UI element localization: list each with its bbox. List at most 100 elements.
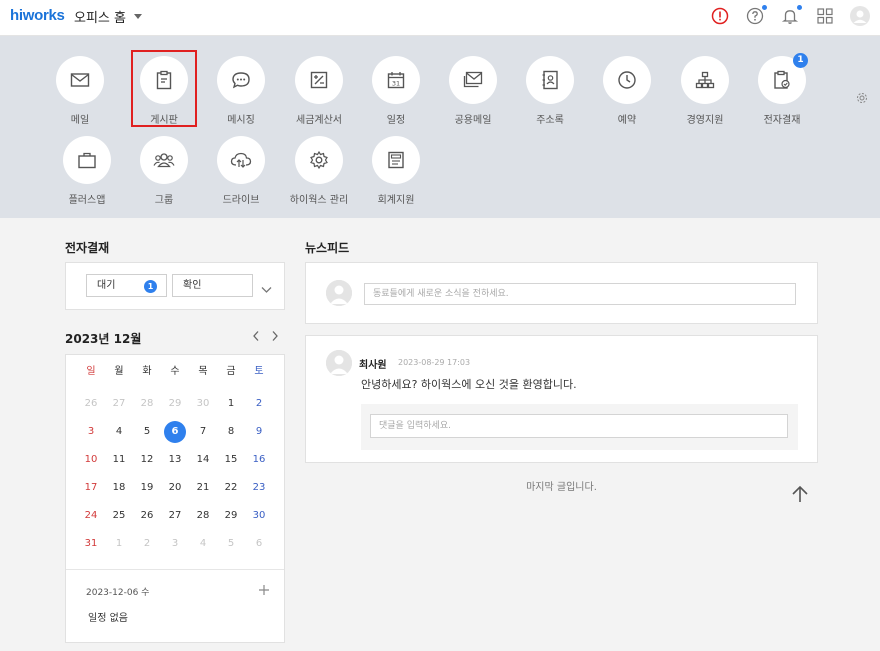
tax-invoice-icon xyxy=(295,56,343,104)
app-group[interactable]: 그룹 xyxy=(124,136,204,206)
calendar-day[interactable]: 15 xyxy=(217,446,245,474)
app-label: 주소록 xyxy=(536,115,564,126)
calendar-day[interactable]: 3 xyxy=(161,530,189,558)
calendar-day[interactable]: 28 xyxy=(189,502,217,530)
calendar-day[interactable]: 23 xyxy=(245,474,273,502)
calendar-day[interactable]: 25 xyxy=(105,502,133,530)
approval-card: 대기 1 확인 xyxy=(65,262,285,310)
calendar-day[interactable]: 7 xyxy=(189,418,217,446)
app-address-book[interactable]: 주소록 xyxy=(510,56,590,126)
cloud-icon xyxy=(217,136,265,184)
calendar-day[interactable]: 18 xyxy=(105,474,133,502)
calendar-day[interactable]: 10 xyxy=(77,446,105,474)
calendar-day[interactable]: 26 xyxy=(77,390,105,418)
app-hiworks-admin[interactable]: 하이웍스 관리 xyxy=(279,136,359,206)
apps-grid-icon[interactable] xyxy=(815,6,835,26)
scroll-top-arrow-icon[interactable] xyxy=(790,484,810,508)
calendar-day[interactable]: 16 xyxy=(245,446,273,474)
end-of-feed-text: 마지막 글입니다. xyxy=(526,482,597,493)
calendar-day[interactable]: 30 xyxy=(189,390,217,418)
app-reservation[interactable]: 예약 xyxy=(587,56,667,126)
calendar-day[interactable]: 5 xyxy=(133,418,161,446)
post-author[interactable]: 최사원 xyxy=(359,356,387,371)
approval-section-title: 전자결재 xyxy=(65,241,110,255)
calendar-day[interactable]: 26 xyxy=(133,502,161,530)
app-shared-mail[interactable]: 공용메일 xyxy=(433,56,513,126)
waiting-label: 대기 xyxy=(97,280,116,291)
calendar-day[interactable]: 27 xyxy=(105,390,133,418)
calendar-day[interactable]: 31 xyxy=(77,530,105,558)
weekday-label: 화 xyxy=(142,366,152,377)
calendar-day[interactable]: 5 xyxy=(217,530,245,558)
app-messaging[interactable]: 메시징 xyxy=(201,56,281,126)
calendar-day[interactable]: 22 xyxy=(217,474,245,502)
calendar-day[interactable]: 4 xyxy=(105,418,133,446)
approval-waiting-button[interactable]: 대기 1 xyxy=(86,274,167,297)
calendar-day[interactable]: 3 xyxy=(77,418,105,446)
no-events-text: 일정 없음 xyxy=(88,613,128,624)
calendar-day[interactable]: 6 xyxy=(245,530,273,558)
calendar-day[interactable]: 11 xyxy=(105,446,133,474)
user-avatar-icon[interactable] xyxy=(850,6,870,26)
calendar-day[interactable]: 4 xyxy=(189,530,217,558)
compose-input[interactable]: 동료들에게 새로운 소식을 전하세요. xyxy=(364,283,796,305)
calendar-day[interactable]: 28 xyxy=(133,390,161,418)
calendar-day[interactable]: 30 xyxy=(245,502,273,530)
app-management[interactable]: 경영지원 xyxy=(665,56,745,126)
app-label: 일정 xyxy=(386,115,406,126)
settings-icon xyxy=(295,136,343,184)
calendar-day[interactable]: 2 xyxy=(133,530,161,558)
comment-input[interactable]: 댓글을 입력하세요. xyxy=(370,414,788,438)
app-label: 메시징 xyxy=(227,115,255,126)
calendar-day[interactable]: 1 xyxy=(217,390,245,418)
app-label: 메일 xyxy=(70,115,90,126)
app-label: 플러스앱 xyxy=(68,195,106,206)
mail-icon xyxy=(56,56,104,104)
app-calendar[interactable]: 31 일정 xyxy=(356,56,436,126)
app-label: 공용메일 xyxy=(454,115,492,126)
calendar-day[interactable]: 1 xyxy=(105,530,133,558)
confirm-label: 확인 xyxy=(183,280,202,291)
calendar-day-selected[interactable]: 6 xyxy=(161,418,189,446)
plus-icon[interactable] xyxy=(258,581,270,600)
calendar-day[interactable]: 19 xyxy=(133,474,161,502)
app-label: 드라이브 xyxy=(222,195,260,206)
chevron-left-icon[interactable] xyxy=(252,330,260,346)
approval-confirm-button[interactable]: 확인 xyxy=(172,274,253,297)
calendar-day[interactable]: 20 xyxy=(161,474,189,502)
app-label: 그룹 xyxy=(154,195,174,206)
shared-mail-icon xyxy=(449,56,497,104)
calendar-day[interactable]: 12 xyxy=(133,446,161,474)
home-title-dropdown[interactable]: 오피스 홈 xyxy=(74,7,142,26)
newsfeed-section-title: 뉴스피드 xyxy=(305,241,350,255)
calendar-day[interactable]: 14 xyxy=(189,446,217,474)
alert-icon[interactable] xyxy=(710,6,730,26)
app-drive[interactable]: 드라이브 xyxy=(201,136,281,206)
bell-icon[interactable] xyxy=(780,5,802,26)
calendar-day[interactable]: 29 xyxy=(161,390,189,418)
compose-card: 동료들에게 새로운 소식을 전하세요. xyxy=(305,262,818,324)
notification-dot xyxy=(762,5,767,10)
app-tax-invoice[interactable]: 세금계산서 xyxy=(279,56,359,126)
gear-icon[interactable] xyxy=(856,89,868,108)
hiworks-logo[interactable]: hiworks xyxy=(10,7,65,24)
org-chart-icon xyxy=(681,56,729,104)
app-approval[interactable]: 1 전자결재 xyxy=(742,53,822,126)
post-card: 최사원 2023-08-29 17:03 안녕하세요? 하이웍스에 오신 것을 … xyxy=(305,335,818,463)
calendar-day[interactable]: 9 xyxy=(245,418,273,446)
calendar-day[interactable]: 2 xyxy=(245,390,273,418)
calendar-day[interactable]: 17 xyxy=(77,474,105,502)
calendar-day[interactable]: 21 xyxy=(189,474,217,502)
chevron-down-icon[interactable] xyxy=(261,279,272,298)
calendar-day[interactable]: 29 xyxy=(217,502,245,530)
app-accounting[interactable]: 회계지원 xyxy=(356,136,436,206)
help-icon[interactable] xyxy=(745,5,767,26)
calendar-day[interactable]: 8 xyxy=(217,418,245,446)
app-plus-apps[interactable]: 플러스앱 xyxy=(47,136,127,206)
app-mail[interactable]: 메일 xyxy=(40,56,120,126)
calendar-day[interactable]: 13 xyxy=(161,446,189,474)
calendar-day[interactable]: 24 xyxy=(77,502,105,530)
chevron-right-icon[interactable] xyxy=(271,330,279,346)
calendar-day[interactable]: 27 xyxy=(161,502,189,530)
accounting-icon xyxy=(372,136,420,184)
